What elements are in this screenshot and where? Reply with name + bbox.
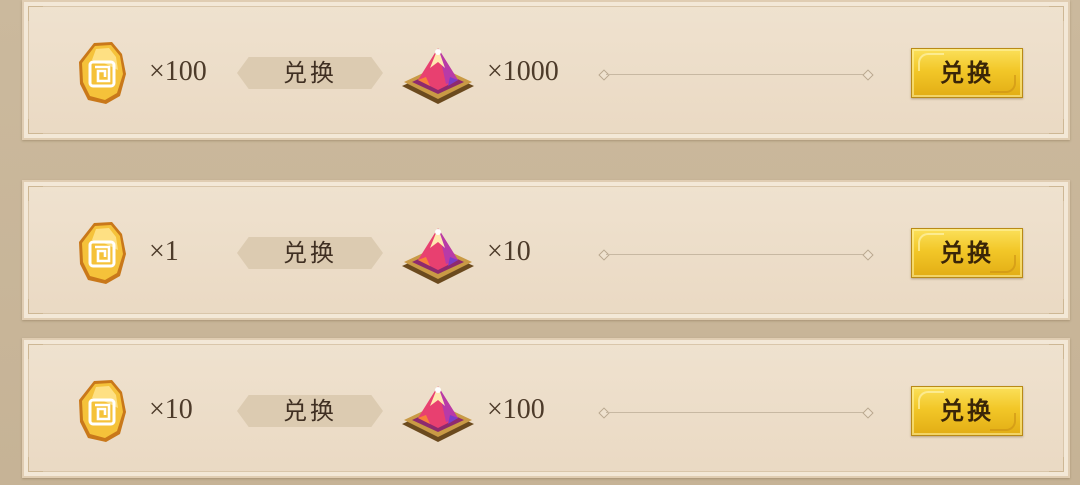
corner-ornament <box>28 344 43 359</box>
divider-bar <box>606 74 866 75</box>
gold-spiral-token-icon <box>79 42 126 104</box>
cost-quantity: ×100 <box>149 56 207 87</box>
divider-dot <box>598 407 610 419</box>
gold-spiral-token-icon <box>79 380 126 442</box>
reward-quantity: ×10 <box>487 236 531 267</box>
cost-quantity: ×10 <box>149 394 193 425</box>
reward-quantity: ×1000 <box>487 56 559 87</box>
exchange-label: 兑换 <box>237 57 383 89</box>
corner-ornament <box>1049 299 1064 314</box>
corner-ornament <box>28 119 43 134</box>
exchange-button[interactable]: 兑换 <box>911 48 1023 98</box>
exchange-row: ×1 兑换 ×10 兑换 <box>22 180 1070 320</box>
divider-dot <box>598 249 610 261</box>
corner-ornament <box>28 186 43 201</box>
exchange-row: ×100 兑换 ×1000 兑换 <box>22 0 1070 140</box>
divider-dot <box>862 69 874 81</box>
gold-spiral-token-icon <box>79 222 126 284</box>
magic-crystal-tray-icon <box>402 48 474 104</box>
reward-quantity: ×100 <box>487 394 545 425</box>
corner-ornament <box>1049 6 1064 21</box>
magic-crystal-tray-icon <box>402 228 474 284</box>
divider-dot <box>598 69 610 81</box>
cost-quantity: ×1 <box>149 236 179 267</box>
exchange-row: ×10 兑换 ×100 兑换 <box>22 338 1070 478</box>
corner-ornament <box>28 299 43 314</box>
divider-line <box>598 69 874 81</box>
corner-ornament <box>28 457 43 472</box>
divider-dot <box>862 249 874 261</box>
exchange-label: 兑换 <box>237 237 383 269</box>
exchange-label: 兑换 <box>237 395 383 427</box>
corner-ornament <box>1049 186 1064 201</box>
corner-ornament <box>1049 457 1064 472</box>
corner-ornament <box>1049 344 1064 359</box>
divider-bar <box>606 412 866 413</box>
divider-line <box>598 249 874 261</box>
divider-dot <box>862 407 874 419</box>
divider-line <box>598 407 874 419</box>
divider-bar <box>606 254 866 255</box>
magic-crystal-tray-icon <box>402 386 474 442</box>
corner-ornament <box>1049 119 1064 134</box>
exchange-button[interactable]: 兑换 <box>911 228 1023 278</box>
corner-ornament <box>28 6 43 21</box>
exchange-button[interactable]: 兑换 <box>911 386 1023 436</box>
